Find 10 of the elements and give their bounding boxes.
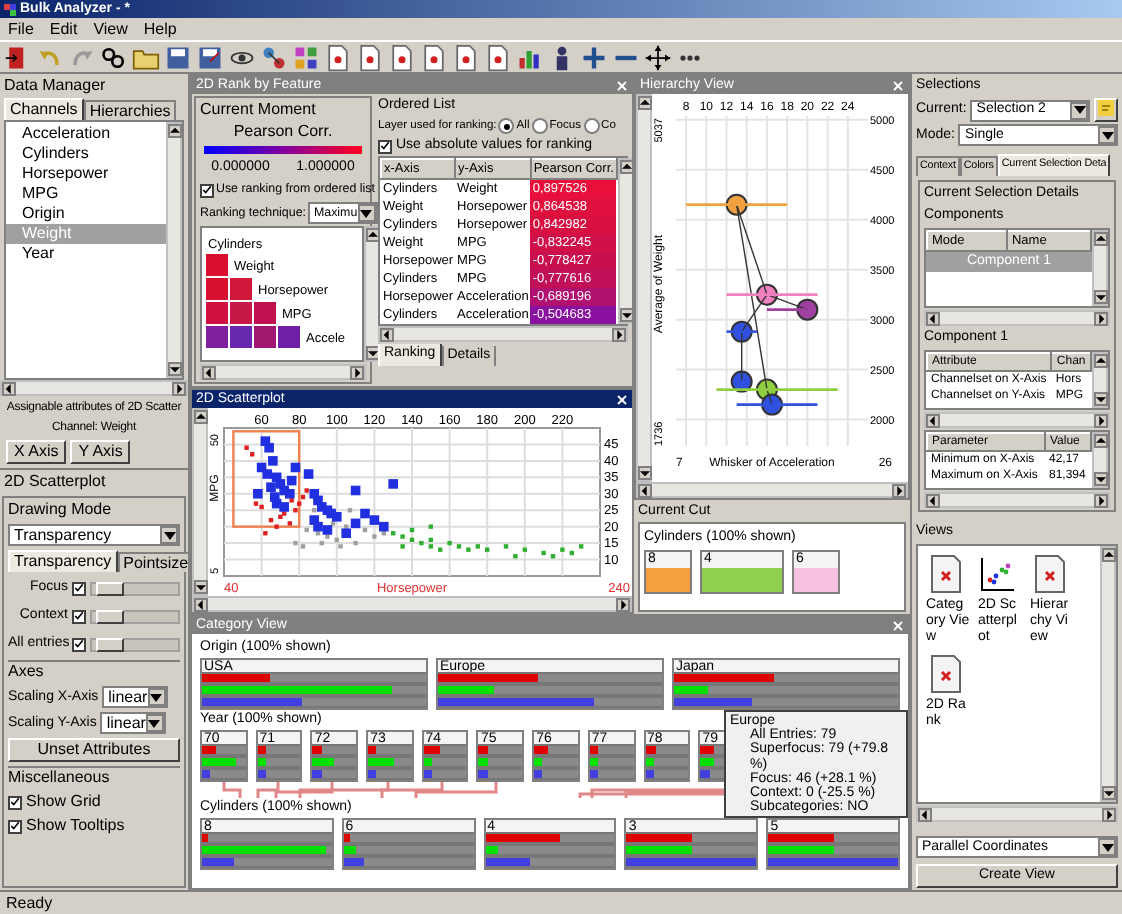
group-label: Current Moment bbox=[200, 100, 318, 120]
panel-title: 2D Scatterplot bbox=[4, 472, 106, 490]
checkbox-label: Show Tooltips bbox=[26, 816, 125, 836]
measure-label: Pearson Corr. bbox=[231, 122, 335, 142]
panel-title: Data Manager bbox=[4, 76, 106, 94]
group-label: Miscellaneous bbox=[8, 766, 180, 788]
status-bar: Ready bbox=[0, 890, 1122, 914]
checkbox-label: Show Grid bbox=[26, 792, 101, 812]
group-label: Drawing Mode bbox=[8, 500, 114, 520]
group-label: Axes bbox=[8, 660, 180, 682]
